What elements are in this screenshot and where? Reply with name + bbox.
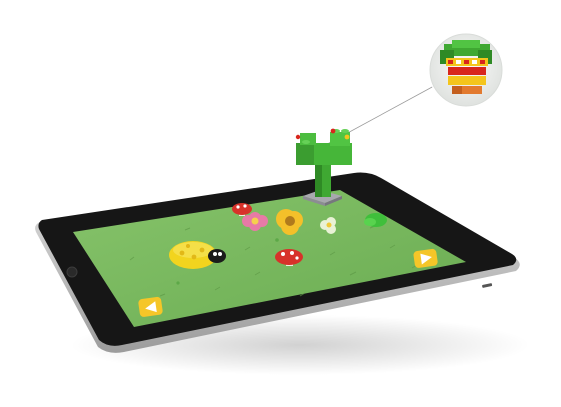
- scene-illustration: [35, 32, 530, 375]
- decor-dot: [275, 238, 279, 242]
- product-scene: [0, 0, 561, 407]
- callout-closeup: [428, 32, 504, 108]
- left-arrow-button[interactable]: [138, 296, 163, 317]
- right-arrow-button[interactable]: [413, 248, 438, 268]
- volume-button[interactable]: [482, 283, 493, 288]
- home-button[interactable]: [66, 266, 78, 278]
- decor-dot: [176, 281, 180, 285]
